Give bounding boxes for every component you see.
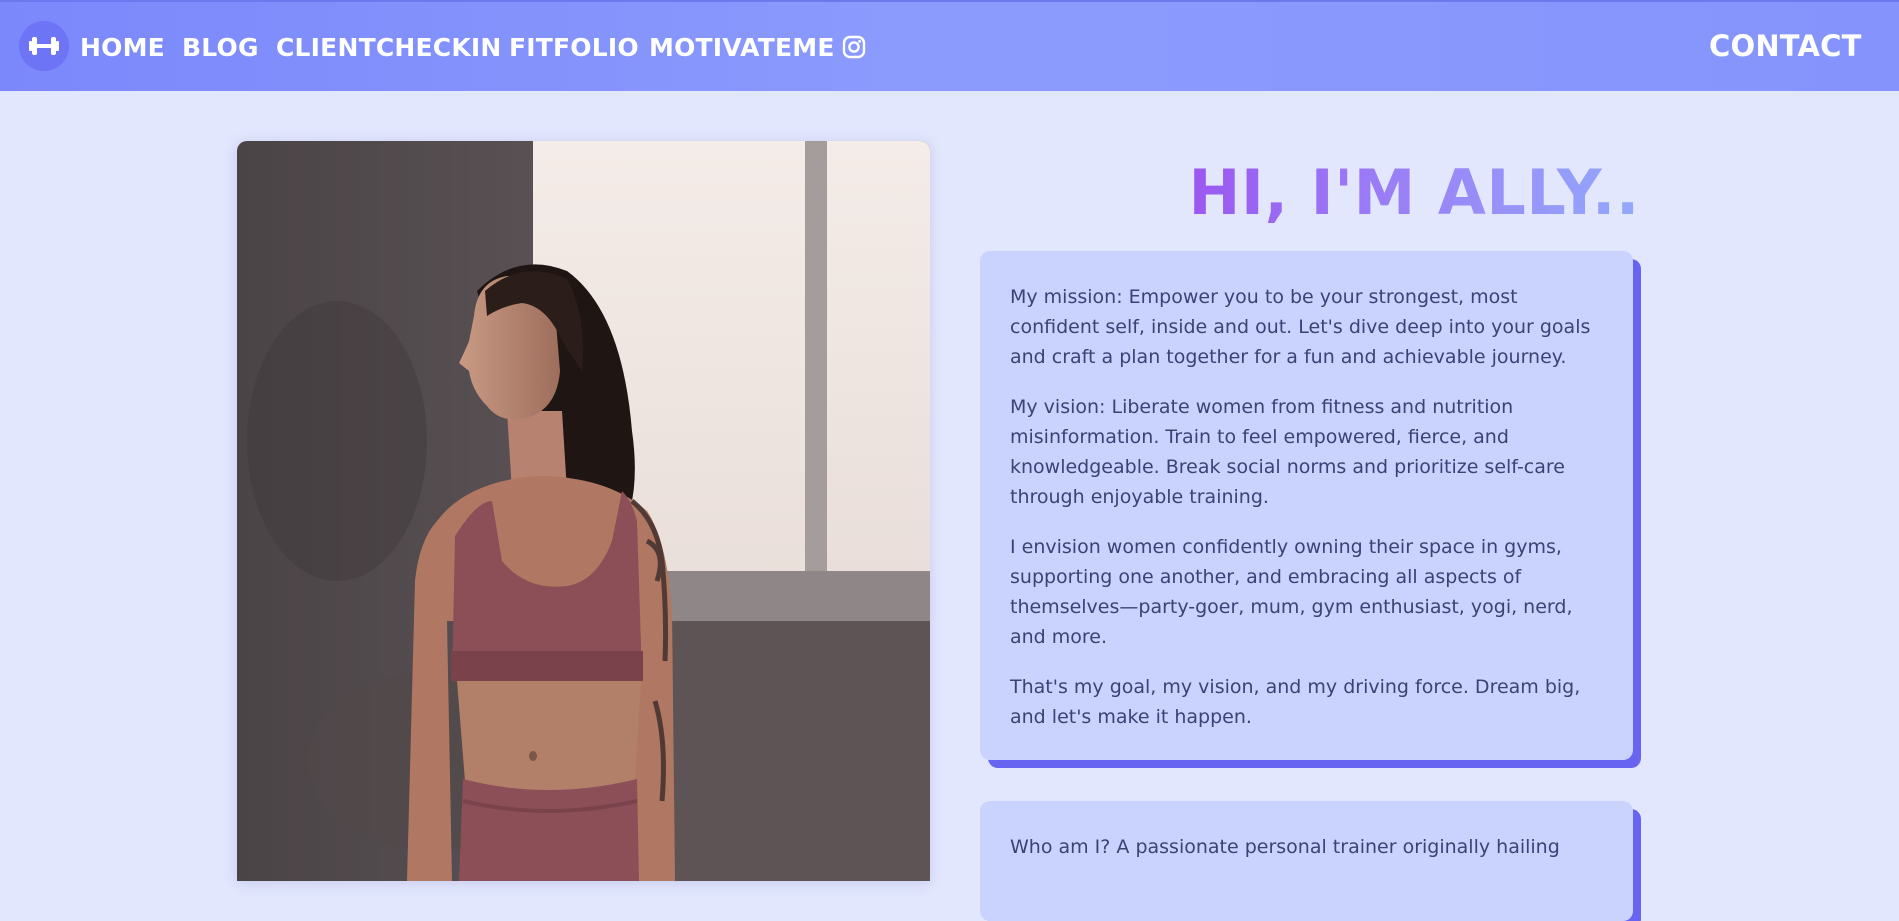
nav-clientcheckin[interactable]: CLIENTCHECKIN <box>276 30 502 66</box>
mission-paragraph: My mission: Empower you to be your stron… <box>1010 286 1591 368</box>
hero-photo <box>237 141 930 881</box>
nav-motivateme[interactable]: MOTIVATEME <box>649 30 835 66</box>
nav-blog[interactable]: BLOG <box>182 30 259 66</box>
mission-card: My mission: Empower you to be your stron… <box>980 251 1633 760</box>
about-paragraph: Who am I? A passionate personal trainer … <box>1010 836 1560 858</box>
hero-title: HI, I'M ALLY.. <box>1188 156 1640 229</box>
nav-contact[interactable]: CONTACT <box>1709 28 1862 64</box>
logo-button[interactable] <box>19 21 69 71</box>
envision-paragraph: I envision women confidently owning thei… <box>1010 536 1573 648</box>
nav-fitfolio[interactable]: FITFOLIO <box>509 30 639 66</box>
instagram-icon[interactable] <box>842 35 866 59</box>
vision-paragraph: My vision: Liberate women from fitness a… <box>1010 396 1565 508</box>
about-card: Who am I? A passionate personal trainer … <box>980 801 1633 921</box>
dumbbell-icon <box>29 37 59 55</box>
goal-paragraph: That's my goal, my vision, and my drivin… <box>1010 676 1581 728</box>
nav-home[interactable]: HOME <box>80 30 165 66</box>
top-navbar: HOME BLOG CLIENTCHECKIN FITFOLIO MOTIVAT… <box>0 0 1899 91</box>
